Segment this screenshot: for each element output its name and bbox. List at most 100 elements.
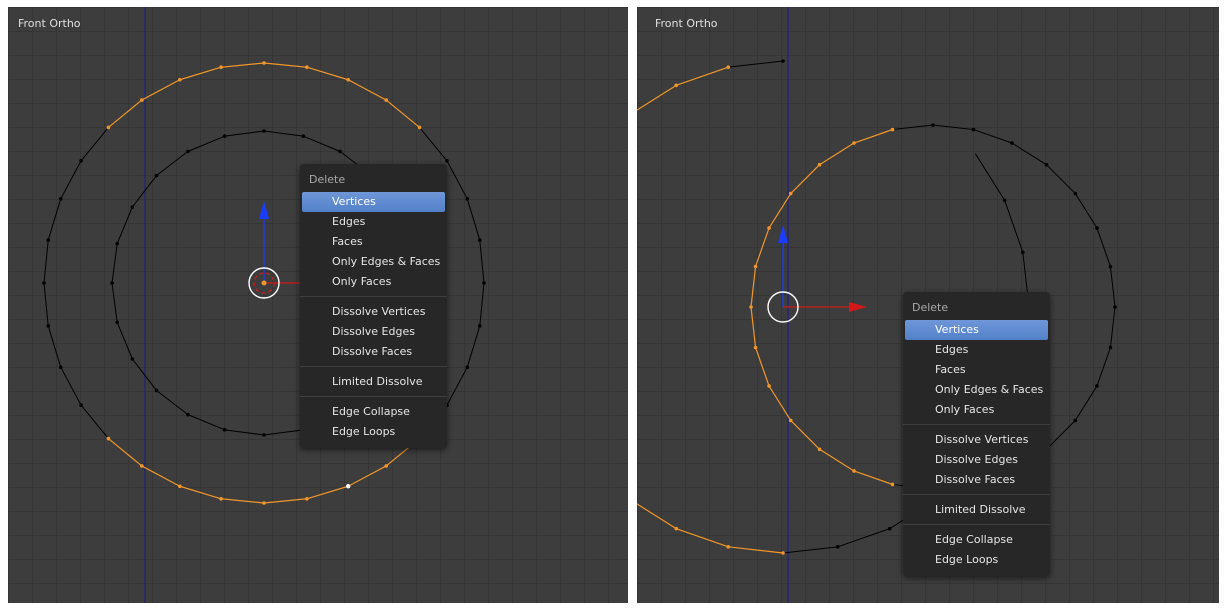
mesh-edge [1046,420,1076,450]
menu-item-edge-loops[interactable]: Edge Loops [905,550,1048,570]
menu-item-vertices[interactable]: Vertices [905,320,1048,340]
mesh-vertex [1073,418,1078,423]
mesh-edge [1109,306,1116,348]
mesh-edge [446,366,468,406]
menu-item-only-edges-faces[interactable]: Only Edges & Faces [905,380,1048,400]
selected-edge [306,66,349,81]
mesh-edge [1004,200,1024,253]
selected-vertex [753,345,758,350]
selected-vertex [726,65,731,69]
mesh-edge [43,282,49,326]
mesh-edge [224,130,265,137]
selected-vertex [767,384,771,388]
selected-vertex [417,125,422,130]
selected-vertex [852,141,856,145]
selected-edge [750,306,757,348]
selected-vertex [890,482,895,487]
mesh-edge [187,135,225,152]
mesh-edge [224,429,265,436]
menu-item-faces[interactable]: Faces [905,360,1048,380]
menu-item-vertices[interactable]: Vertices [302,192,445,212]
menu-item-dissolve-vertices[interactable]: Dissolve Vertices [302,302,445,322]
mesh-edge [47,198,62,241]
z-arrow-head [778,225,788,243]
mesh-edge [419,127,448,162]
menu-item-limited-dissolve[interactable]: Limited Dissolve [302,372,445,392]
mesh-edge [1074,385,1098,421]
mesh-edge [1011,142,1047,166]
selected-edge [768,193,792,229]
menu-separator [300,366,447,367]
mesh-vertex [79,158,83,163]
menu-separator [903,524,1050,525]
active-vertex [345,484,351,489]
mesh-vertex [58,197,63,201]
selected-edge [108,438,143,467]
selected-edge [750,266,757,308]
selected-vertex [817,447,822,452]
selected-vertex [219,65,223,70]
selected-vertex [788,191,793,196]
viewport-left[interactable]: Front Ortho Delete Vertices Edges Faces … [8,7,628,603]
mesh-edge [263,429,304,436]
selected-edge [385,99,420,128]
menu-item-dissolve-edges[interactable]: Dissolve Edges [302,322,445,342]
mesh-vertex [971,127,976,132]
selected-edge [676,66,729,86]
mesh-edge [446,160,468,200]
mesh-vertex [465,197,470,201]
menu-item-edges[interactable]: Edges [302,212,445,232]
selected-vertex [767,226,771,230]
selected-vertex [139,464,144,468]
selected-edge [754,347,770,387]
selected-edge [676,528,729,548]
delete-menu: Delete Vertices Edges Faces Only Edges &… [300,164,447,448]
menu-item-only-faces[interactable]: Only Faces [302,272,445,292]
menu-item-only-faces[interactable]: Only Faces [905,400,1048,420]
mesh-edge [973,129,1013,144]
mesh-edge [782,546,838,554]
mesh-vertex [46,238,51,242]
mesh-edge [47,325,62,368]
mesh-edge [111,243,118,284]
menu-item-faces[interactable]: Faces [302,232,445,252]
selected-edge [108,99,143,128]
mesh-edge [1046,164,1076,194]
menu-item-dissolve-faces[interactable]: Dissolve Faces [302,342,445,362]
selected-vertex [781,551,785,555]
selected-vertex [674,526,679,531]
view-label: Front Ortho [655,17,718,30]
mesh-vertex [835,545,840,549]
selected-vertex [726,545,731,549]
pivot-dot [261,280,267,286]
mesh-edge [116,322,133,360]
menu-item-limited-dissolve[interactable]: Limited Dissolve [905,500,1048,520]
selected-vertex [106,125,111,130]
menu-item-edge-collapse[interactable]: Edge Collapse [302,402,445,422]
mesh-edge [1096,227,1111,267]
mesh-vertex [186,149,190,154]
viewport-right[interactable]: Front Ortho Delete Vertices Edges Faces … [637,7,1219,603]
selected-edge [853,128,893,144]
selected-edge [754,227,770,267]
mesh-vertex [154,388,159,393]
mesh-edge [1109,266,1116,308]
menu-item-only-edges-faces[interactable]: Only Edges & Faces [302,252,445,272]
menu-item-edge-collapse[interactable]: Edge Collapse [905,530,1048,550]
menu-item-dissolve-edges[interactable]: Dissolve Edges [905,450,1048,470]
mesh-vertex [1095,384,1099,388]
mesh-vertex [1010,141,1014,145]
selected-vertex [178,484,182,489]
menu-item-dissolve-vertices[interactable]: Dissolve Vertices [905,430,1048,450]
menu-separator [903,494,1050,495]
menu-item-edge-loops[interactable]: Edge Loops [302,422,445,442]
menu-item-dissolve-faces[interactable]: Dissolve Faces [905,470,1048,490]
mesh-vertex [46,324,51,328]
mesh-edge [466,325,481,368]
selected-edge [263,62,307,68]
view-label: Front Ortho [18,17,81,30]
selected-edge [221,62,265,68]
selected-edge [768,385,792,421]
menu-item-edges[interactable]: Edges [905,340,1048,360]
selected-vertex [749,305,753,309]
